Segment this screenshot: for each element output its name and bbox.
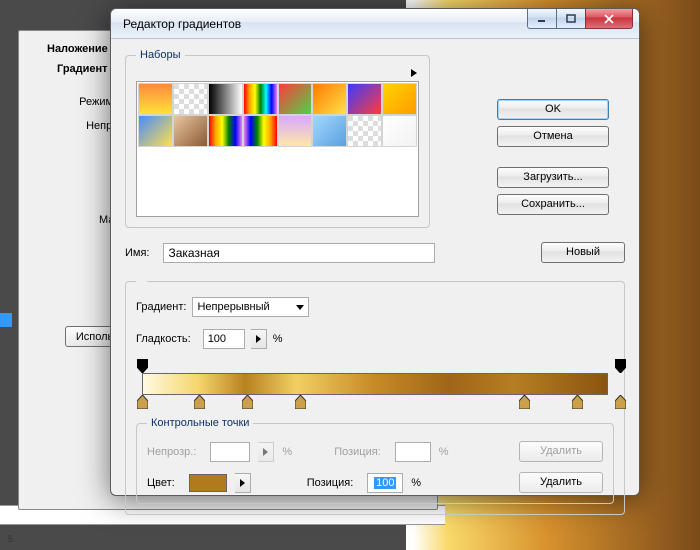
smoothness-input[interactable]: 100: [203, 329, 245, 349]
opacity-pct: %: [282, 446, 292, 458]
titlebar[interactable]: Редактор градиентов: [111, 9, 639, 39]
preset-swatch[interactable]: [347, 83, 382, 115]
stops-legend: Контрольные точки: [147, 417, 253, 429]
name-input[interactable]: [163, 243, 435, 263]
window-title: Редактор градиентов: [123, 17, 241, 31]
color-stop[interactable]: [295, 395, 306, 409]
name-label: Имя:: [125, 247, 149, 259]
color-pos-input[interactable]: 100: [367, 473, 403, 493]
preset-swatch[interactable]: [382, 83, 417, 115]
preset-swatch[interactable]: [208, 83, 243, 115]
gradient-group: . Градиент: Непрерывный Гладкость: 100 %…: [125, 275, 625, 515]
preset-swatch[interactable]: [173, 115, 208, 147]
stops-group: Контрольные точки Непрозр.: % Позиция: %…: [136, 417, 614, 504]
preset-swatch[interactable]: [243, 115, 278, 147]
preset-swatch[interactable]: [243, 83, 278, 115]
opacity-stop[interactable]: [137, 359, 148, 373]
color-stop-label: Цвет:: [147, 477, 175, 489]
color-stop[interactable]: [137, 395, 148, 409]
color-stop-swatch[interactable]: [189, 474, 227, 492]
color-stop[interactable]: [242, 395, 253, 409]
gradient-section-tab[interactable]: Градиент: [55, 61, 110, 77]
color-pos-label: Позиция:: [307, 477, 354, 489]
preset-swatch[interactable]: [278, 115, 313, 147]
color-stop[interactable]: [615, 395, 626, 409]
preset-swatch[interactable]: [312, 83, 347, 115]
gradient-editor-window: Редактор градиентов Наборы OK Отмена Заг…: [110, 8, 640, 496]
cancel-button[interactable]: Отмена: [497, 126, 609, 147]
opacity-stop-input: [210, 442, 250, 462]
gradient-bar[interactable]: [136, 363, 614, 407]
color-stop[interactable]: [194, 395, 205, 409]
presets-legend: Наборы: [136, 49, 185, 61]
color-stop[interactable]: [519, 395, 530, 409]
chevron-down-icon: [296, 305, 304, 310]
preset-swatch[interactable]: [173, 83, 208, 115]
color-stop[interactable]: [572, 395, 583, 409]
preset-swatch[interactable]: [138, 115, 173, 147]
gradient-type-select[interactable]: Непрерывный: [192, 297, 308, 317]
delete-color-stop-button[interactable]: Удалить: [519, 472, 603, 493]
opacity-stop-stepper: [258, 442, 274, 462]
opacity-stop[interactable]: [615, 359, 626, 373]
preset-swatch[interactable]: [278, 83, 313, 115]
smoothness-stepper[interactable]: [251, 329, 267, 349]
new-button[interactable]: Новый: [541, 242, 625, 263]
close-button[interactable]: [585, 9, 633, 29]
gradient-type-label: Градиент:: [136, 301, 186, 313]
color-stop-picker[interactable]: [235, 473, 251, 493]
preset-swatch[interactable]: [382, 115, 417, 147]
opacity-stop-label: Непрозр.:: [147, 446, 196, 458]
percent-sign: %: [273, 333, 283, 345]
preset-swatch[interactable]: [208, 115, 243, 147]
delete-opacity-stop-button: Удалить: [519, 441, 603, 462]
preset-swatch[interactable]: [347, 115, 382, 147]
load-button[interactable]: Загрузить...: [497, 167, 609, 188]
presets-menu-icon[interactable]: [411, 69, 417, 77]
presets-group: Наборы: [125, 49, 430, 228]
minimize-button[interactable]: [527, 9, 557, 29]
preset-swatch[interactable]: [312, 115, 347, 147]
gradient-type-value: Непрерывный: [197, 301, 269, 313]
opacity-pos-label: Позиция:: [334, 446, 381, 458]
maximize-button[interactable]: [556, 9, 586, 29]
preset-swatches[interactable]: [136, 81, 419, 217]
opacity-pos-input: [395, 442, 431, 462]
save-button[interactable]: Сохранить...: [497, 194, 609, 215]
preset-swatch[interactable]: [138, 83, 173, 115]
ok-button[interactable]: OK: [497, 99, 609, 120]
smoothness-label: Гладкость:: [136, 333, 191, 345]
selected-style-indicator: [0, 313, 12, 327]
